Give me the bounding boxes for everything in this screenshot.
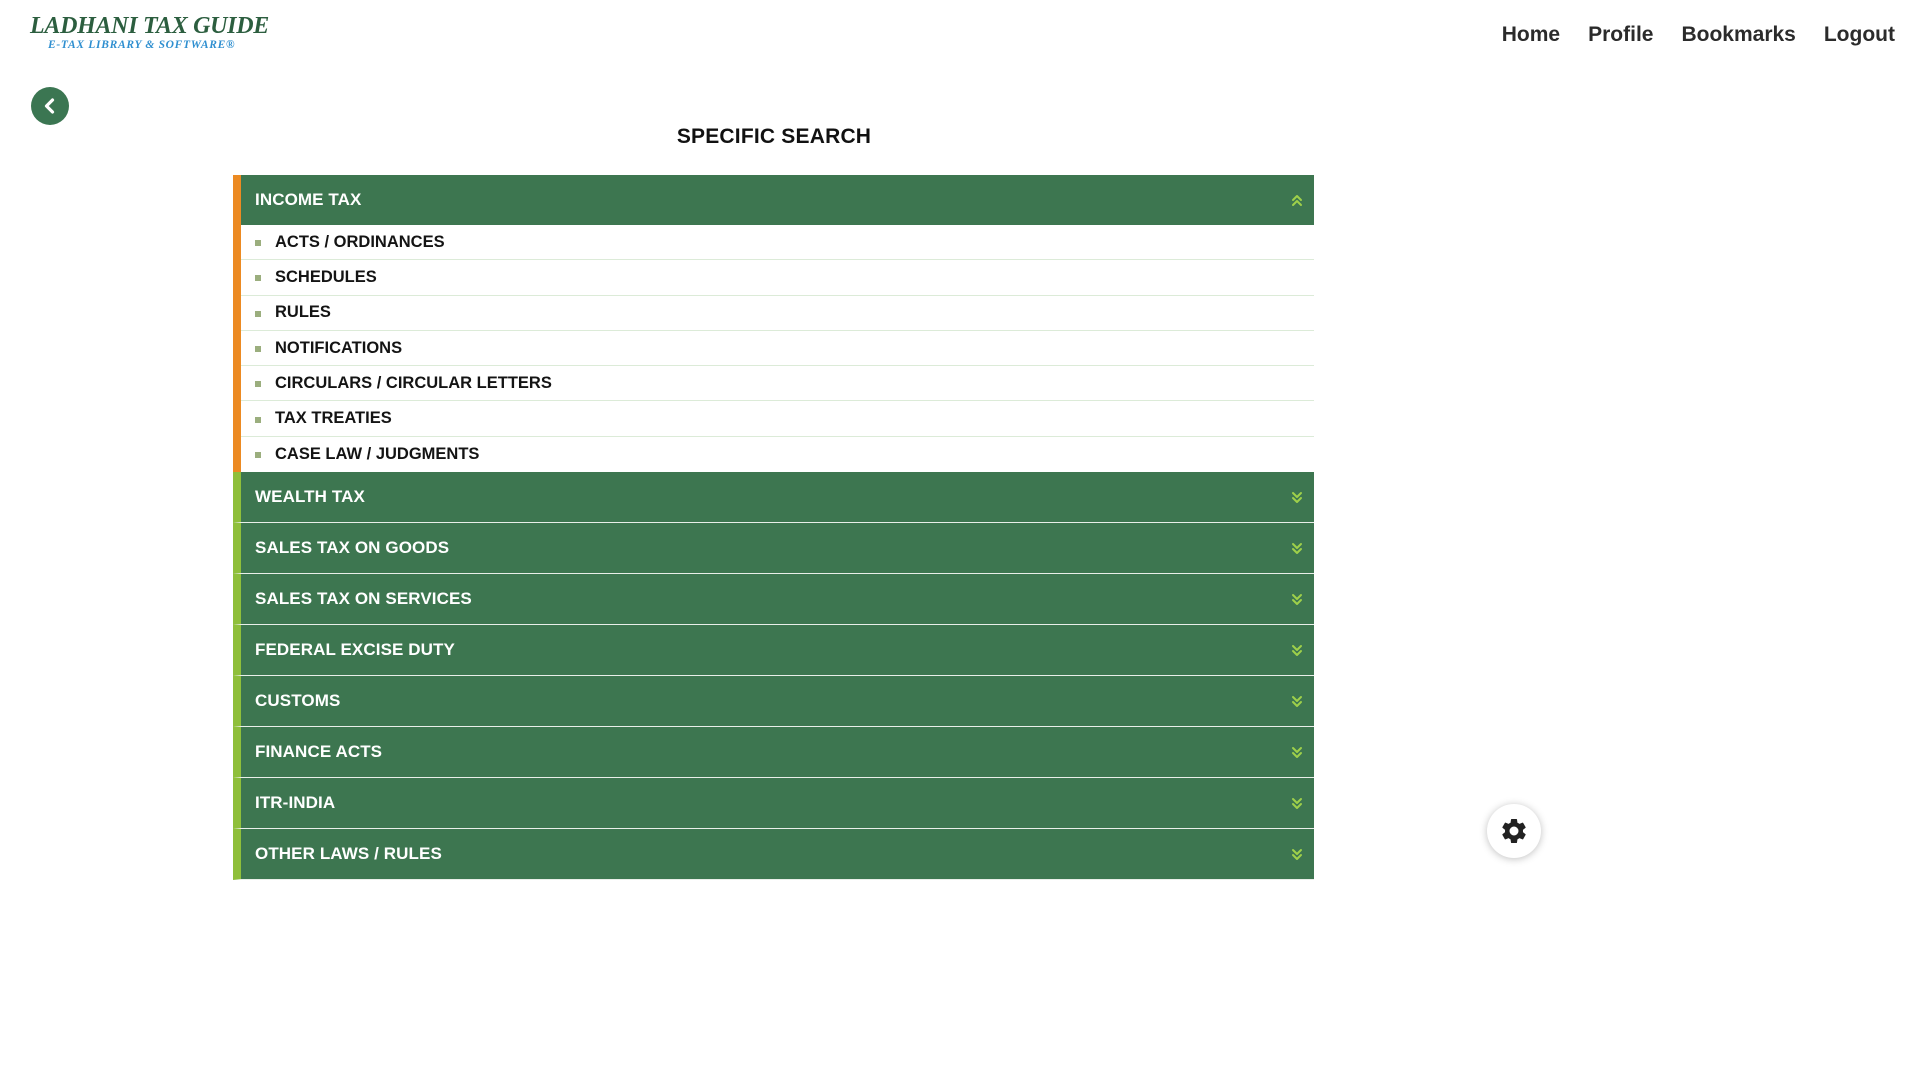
accordion-title: CUSTOMS: [255, 691, 341, 711]
logo-subtitle: E-TAX LIBRARY & SOFTWARE®: [48, 39, 236, 51]
list-item-label: RULES: [275, 303, 331, 322]
double-chevron-up-icon: [1292, 195, 1302, 206]
double-chevron-down-icon: [1292, 594, 1302, 606]
list-item-label: CIRCULARS / CIRCULAR LETTERS: [275, 373, 552, 392]
top-nav: Home Profile Bookmarks Logout: [1502, 23, 1895, 47]
accordion-toggle[interactable]: [1289, 845, 1305, 863]
accordion-title: SALES TAX ON SERVICES: [255, 589, 472, 609]
accordion-header[interactable]: OTHER LAWS / RULES: [233, 829, 1314, 881]
bullet-icon: [255, 346, 261, 353]
chevron-left-icon: [44, 98, 55, 114]
category-accordion: INCOME TAX ACTS / ORDINANCES SCHEDULES RULE…: [233, 175, 1314, 881]
list-item[interactable]: RULES: [241, 296, 1314, 331]
site-logo[interactable]: LADHANI TAX GUIDE E-TAX LIBRARY & SOFTWA…: [30, 14, 269, 52]
bullet-icon: [255, 240, 261, 247]
settings-button[interactable]: [1487, 804, 1541, 858]
accordion-title: FEDERAL EXCISE DUTY: [255, 640, 455, 660]
accordion-section: SALES TAX ON GOODS: [233, 523, 1314, 575]
gear-icon: [1502, 818, 1526, 843]
double-chevron-down-icon: [1292, 645, 1302, 657]
accordion-toggle[interactable]: [1289, 191, 1305, 209]
accordion-body: ACTS / ORDINANCES SCHEDULES RULES NOTIFICAT…: [233, 225, 1314, 473]
bullet-icon: [255, 452, 261, 459]
nav-home-link[interactable]: Home: [1502, 23, 1560, 47]
accordion-header[interactable]: WEALTH TAX: [233, 472, 1314, 524]
double-chevron-down-icon: [1292, 798, 1302, 810]
accordion-section: FINANCE ACTS: [233, 727, 1314, 779]
list-item[interactable]: TAX TREATIES: [241, 401, 1314, 437]
accordion-toggle[interactable]: [1289, 488, 1305, 506]
double-chevron-down-icon: [1292, 747, 1302, 759]
accordion-header[interactable]: CUSTOMS: [233, 676, 1314, 728]
bullet-icon: [255, 416, 261, 423]
accordion-header[interactable]: SALES TAX ON SERVICES: [233, 574, 1314, 626]
list-item[interactable]: ACTS / ORDINANCES: [241, 225, 1314, 261]
list-item[interactable]: CIRCULARS / CIRCULAR LETTERS: [241, 366, 1314, 402]
list-item-label: SCHEDULES: [275, 267, 377, 286]
accordion-section: CUSTOMS: [233, 676, 1314, 728]
list-item[interactable]: CASE LAW / JUDGMENTS: [241, 437, 1314, 472]
logo-title: LADHANI TAX GUIDE: [30, 13, 269, 39]
list-item-label: TAX TREATIES: [275, 409, 392, 428]
accordion-section: INCOME TAX ACTS / ORDINANCES SCHEDULES RULE…: [233, 175, 1314, 473]
accordion-title: OTHER LAWS / RULES: [255, 844, 442, 864]
accordion-title: ITR-INDIA: [255, 793, 336, 813]
accordion-title: SALES TAX ON GOODS: [255, 538, 450, 558]
nav-bookmarks-link[interactable]: Bookmarks: [1681, 23, 1795, 47]
bullet-icon: [255, 381, 261, 388]
list-item-label: NOTIFICATIONS: [275, 338, 403, 357]
bullet-icon: [255, 275, 261, 282]
accordion-toggle[interactable]: [1289, 590, 1305, 608]
accordion-section: FEDERAL EXCISE DUTY: [233, 625, 1314, 677]
accordion-toggle[interactable]: [1289, 539, 1305, 557]
list-item-label: ACTS / ORDINANCES: [275, 232, 445, 251]
accordion-header[interactable]: FEDERAL EXCISE DUTY: [233, 625, 1314, 677]
double-chevron-down-icon: [1292, 543, 1302, 555]
accordion-title: WEALTH TAX: [255, 487, 365, 507]
accordion-toggle[interactable]: [1289, 794, 1305, 812]
nav-logout-link[interactable]: Logout: [1824, 23, 1895, 47]
accordion-header[interactable]: SALES TAX ON GOODS: [233, 523, 1314, 575]
bullet-icon: [255, 310, 261, 317]
accordion-header[interactable]: INCOME TAX: [233, 175, 1314, 225]
accordion-section: WEALTH TAX: [233, 472, 1314, 524]
accordion-title: FINANCE ACTS: [255, 742, 383, 762]
list-item[interactable]: NOTIFICATIONS: [241, 331, 1314, 367]
accordion-section: ITR-INDIA: [233, 778, 1314, 830]
list-item[interactable]: SCHEDULES: [241, 260, 1314, 296]
accordion-header[interactable]: FINANCE ACTS: [233, 727, 1314, 779]
accordion-section: SALES TAX ON SERVICES: [233, 574, 1314, 626]
double-chevron-down-icon: [1292, 696, 1302, 708]
double-chevron-down-icon: [1292, 492, 1302, 504]
accordion-header[interactable]: ITR-INDIA: [233, 778, 1314, 830]
accordion-toggle[interactable]: [1289, 743, 1305, 761]
accordion-section: OTHER LAWS / RULES: [233, 829, 1314, 881]
page-title: SPECIFIC SEARCH: [676, 125, 872, 148]
list-item-label: CASE LAW / JUDGMENTS: [275, 444, 480, 463]
accordion-toggle[interactable]: [1289, 692, 1305, 710]
double-chevron-down-icon: [1292, 849, 1302, 861]
nav-profile-link[interactable]: Profile: [1588, 23, 1653, 47]
accordion-title: INCOME TAX: [255, 190, 362, 209]
back-button[interactable]: [31, 87, 69, 125]
accordion-toggle[interactable]: [1289, 641, 1305, 659]
